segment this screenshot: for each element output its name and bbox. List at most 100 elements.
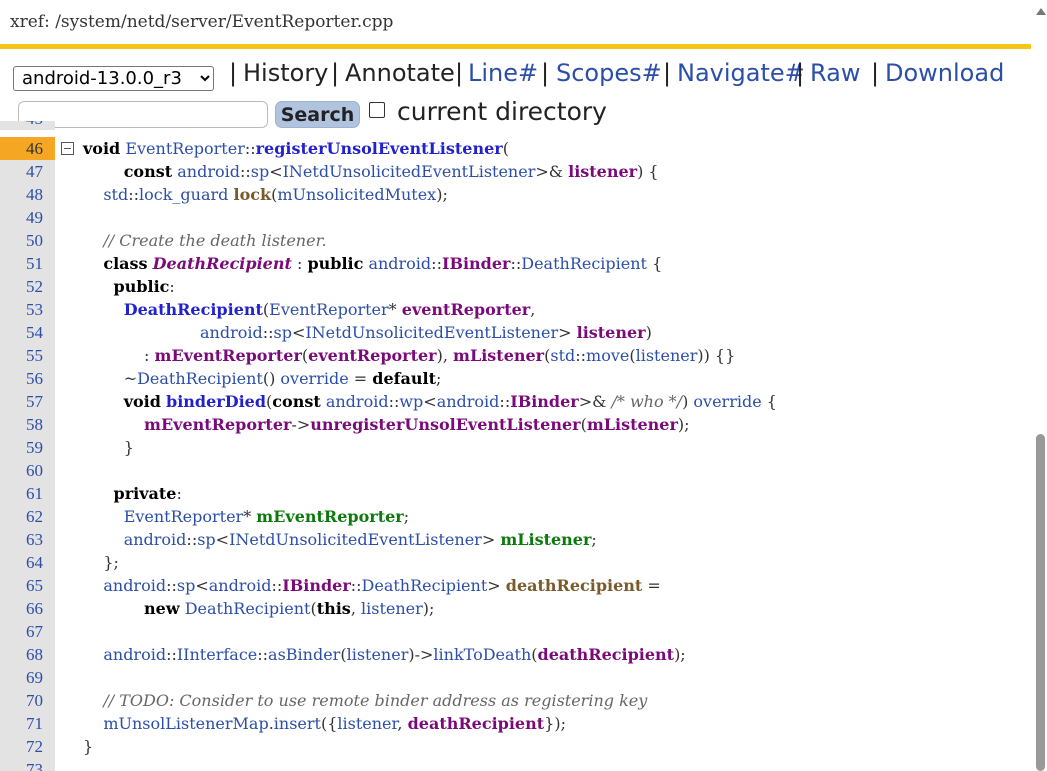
code-line: 47 const android::sp<INetdUnsolicitedEve… bbox=[0, 160, 1031, 183]
code-line: 70 // TODO: Consider to use remote binde… bbox=[0, 689, 1031, 712]
line-number[interactable]: 56 bbox=[0, 367, 55, 390]
line-number[interactable]: 63 bbox=[0, 528, 55, 551]
line-number[interactable]: 49 bbox=[0, 206, 55, 229]
code-line: 57 void binderDied(const android::wp<and… bbox=[0, 390, 1031, 413]
annotate-link[interactable]: Annotate bbox=[345, 59, 455, 87]
code-line: 48 std::lock_guard lock(mUnsolicitedMute… bbox=[0, 183, 1031, 206]
line-number[interactable]: 51 bbox=[0, 252, 55, 275]
nav-separator: | bbox=[663, 59, 672, 87]
code-line: 59 } bbox=[0, 436, 1031, 459]
line-number[interactable]: 46 bbox=[0, 137, 55, 160]
code-line: 60 bbox=[0, 459, 1031, 482]
fold-toggle-icon[interactable] bbox=[61, 142, 74, 155]
code-text: EventReporter* mEventReporter; bbox=[123, 507, 410, 526]
nav-separator: | bbox=[229, 59, 238, 87]
line-number[interactable]: 48 bbox=[0, 183, 55, 206]
code-line: 63 android::sp<INetdUnsolicitedEventList… bbox=[0, 528, 1031, 551]
scrollbar-thumb[interactable] bbox=[1036, 434, 1045, 771]
nav-bar: android-13.0.0_r3 | History | Annotate |… bbox=[0, 58, 1031, 98]
line-link[interactable]: Line# bbox=[468, 59, 538, 87]
code-text: // Create the death listener. bbox=[103, 231, 327, 250]
raw-link[interactable]: Raw bbox=[810, 59, 860, 87]
code-line: 71 mUnsolListenerMap.insert({listener, d… bbox=[0, 712, 1031, 735]
xref-path: xref: /system/netd/server/EventReporter.… bbox=[10, 12, 394, 32]
code-line: 64 }; bbox=[0, 551, 1031, 574]
code-text: DeathRecipient(EventReporter* eventRepor… bbox=[123, 300, 536, 319]
code-line: 68 android::IInterface::asBinder(listene… bbox=[0, 643, 1031, 666]
nav-separator: | bbox=[871, 59, 880, 87]
line-number[interactable]: 50 bbox=[0, 229, 55, 252]
code-line: 46 void EventReporter::registerUnsolEven… bbox=[0, 137, 1031, 160]
line-number[interactable]: 68 bbox=[0, 643, 55, 666]
code-line: 61 private: bbox=[0, 482, 1031, 505]
code-text: android::sp<android::IBinder::DeathRecip… bbox=[103, 576, 661, 595]
line-number[interactable]: 66 bbox=[0, 597, 55, 620]
code-line: 51 class DeathRecipient : public android… bbox=[0, 252, 1031, 275]
download-link[interactable]: Download bbox=[885, 59, 1004, 87]
code-text: ~DeathRecipient() override = default; bbox=[123, 369, 442, 388]
code-text: : mEventReporter(eventReporter), mListen… bbox=[144, 346, 736, 365]
line-number[interactable]: 60 bbox=[0, 459, 55, 482]
line-number[interactable]: 70 bbox=[0, 689, 55, 712]
code-line: 72 } bbox=[0, 735, 1031, 758]
nav-separator: | bbox=[331, 59, 340, 87]
current-directory-checkbox[interactable] bbox=[369, 102, 385, 118]
code-text: // TODO: Consider to use remote binder a… bbox=[103, 691, 648, 710]
line-number[interactable]: 69 bbox=[0, 666, 55, 689]
code-line: 73 bbox=[0, 758, 1031, 771]
code-line: 56 ~DeathRecipient() override = default; bbox=[0, 367, 1031, 390]
code-text: android::sp<INetdUnsolicitedEventListene… bbox=[123, 530, 597, 549]
code-line: 67 bbox=[0, 620, 1031, 643]
code-line: 53 DeathRecipient(EventReporter* eventRe… bbox=[0, 298, 1031, 321]
code-text: new DeathRecipient(this, listener); bbox=[144, 599, 435, 618]
navigate-link[interactable]: Navigate# bbox=[677, 59, 805, 87]
line-number[interactable]: 55 bbox=[0, 344, 55, 367]
code-text: std::lock_guard lock(mUnsolicitedMutex); bbox=[103, 185, 448, 204]
code-text: } bbox=[83, 737, 94, 756]
code-text: void binderDied(const android::wp<androi… bbox=[123, 392, 777, 411]
code-view: 45 46 void EventReporter::registerUnsolE… bbox=[0, 121, 1031, 771]
line-number[interactable]: 53 bbox=[0, 298, 55, 321]
version-select[interactable]: android-13.0.0_r3 bbox=[13, 66, 214, 91]
line-number[interactable]: 67 bbox=[0, 620, 55, 643]
line-number[interactable]: 54 bbox=[0, 321, 55, 344]
code-text: android::IInterface::asBinder(listener)-… bbox=[103, 645, 686, 664]
code-line: 54 android::sp<INetdUnsolicitedEventList… bbox=[0, 321, 1031, 344]
nav-separator: | bbox=[541, 59, 550, 87]
header-bar: xref: /system/netd/server/EventReporter.… bbox=[0, 0, 1031, 44]
line-number[interactable]: 64 bbox=[0, 551, 55, 574]
code-line: 55 : mEventReporter(eventReporter), mLis… bbox=[0, 344, 1031, 367]
code-line: 49 bbox=[0, 206, 1031, 229]
line-number[interactable]: 47 bbox=[0, 160, 55, 183]
code-line: 58 mEventReporter->unregisterUnsolEventL… bbox=[0, 413, 1031, 436]
line-number[interactable]: 59 bbox=[0, 436, 55, 459]
line-number[interactable]: 57 bbox=[0, 390, 55, 413]
code-text: void EventReporter::registerUnsolEventLi… bbox=[83, 139, 509, 158]
code-line: 66 new DeathRecipient(this, listener); bbox=[0, 597, 1031, 620]
nav-separator: | bbox=[796, 59, 805, 87]
nav-separator: | bbox=[455, 59, 464, 87]
line-number[interactable]: 45 bbox=[0, 121, 55, 130]
history-link[interactable]: History bbox=[243, 59, 328, 87]
line-number[interactable]: 72 bbox=[0, 735, 55, 758]
code-line: 45 bbox=[0, 121, 1031, 130]
line-number[interactable]: 61 bbox=[0, 482, 55, 505]
scopes-link[interactable]: Scopes# bbox=[556, 59, 662, 87]
code-line: 50 // Create the death listener. bbox=[0, 229, 1031, 252]
line-number[interactable]: 73 bbox=[0, 758, 55, 771]
code-line: 62 EventReporter* mEventReporter; bbox=[0, 505, 1031, 528]
code-text: class DeathRecipient : public android::I… bbox=[103, 254, 663, 273]
line-number[interactable]: 62 bbox=[0, 505, 55, 528]
line-number[interactable]: 71 bbox=[0, 712, 55, 735]
line-number[interactable]: 65 bbox=[0, 574, 55, 597]
code-text: public: bbox=[113, 277, 175, 296]
code-line: 69 bbox=[0, 666, 1031, 689]
code-text: const android::sp<INetdUnsolicitedEventL… bbox=[123, 162, 659, 181]
scroll-up-arrow-icon[interactable] bbox=[1036, 8, 1046, 15]
code-text: mUnsolListenerMap.insert({listener, deat… bbox=[103, 714, 566, 733]
line-number[interactable]: 52 bbox=[0, 275, 55, 298]
code-text: mEventReporter->unregisterUnsolEventList… bbox=[144, 415, 690, 434]
code-text: } bbox=[123, 438, 134, 457]
line-number[interactable]: 58 bbox=[0, 413, 55, 436]
code-line: 65 android::sp<android::IBinder::DeathRe… bbox=[0, 574, 1031, 597]
